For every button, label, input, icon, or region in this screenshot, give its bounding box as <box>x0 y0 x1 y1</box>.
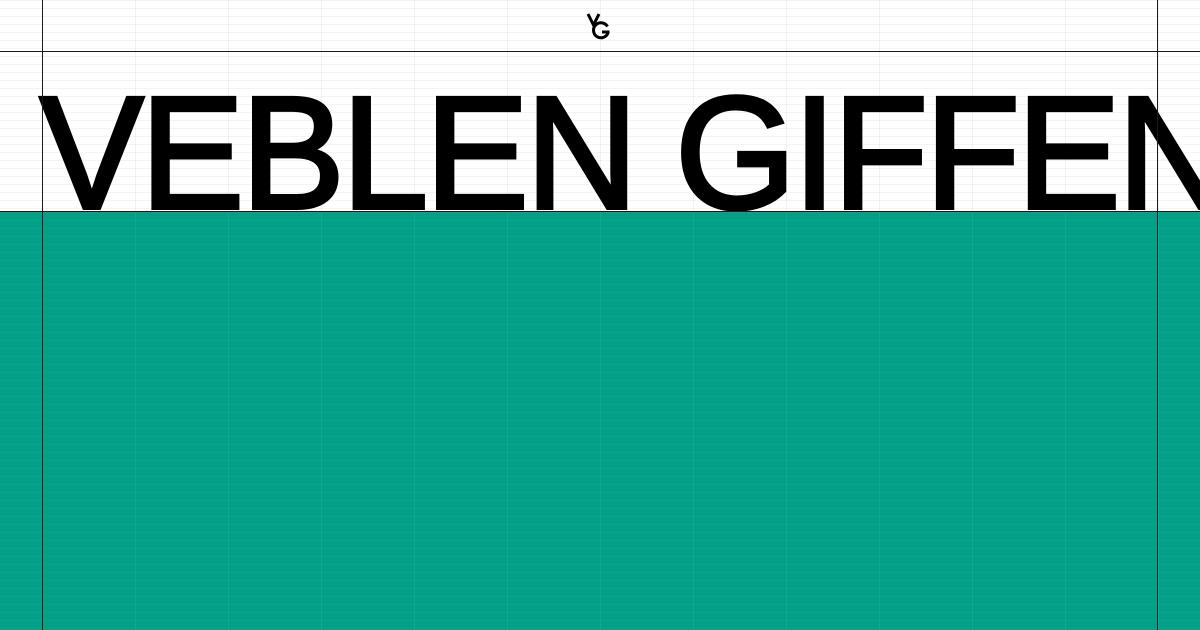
vg-monogram-icon <box>586 12 612 40</box>
left-margin-rule <box>42 0 43 630</box>
brand-wordmark: VEBLEN GIFFEN <box>38 63 1200 213</box>
header-divider <box>0 51 1200 52</box>
og-banner: VEBLEN GIFFEN <box>0 0 1200 630</box>
panel-divider <box>0 211 1200 212</box>
right-margin-rule <box>1157 0 1158 630</box>
accent-panel <box>0 212 1200 630</box>
